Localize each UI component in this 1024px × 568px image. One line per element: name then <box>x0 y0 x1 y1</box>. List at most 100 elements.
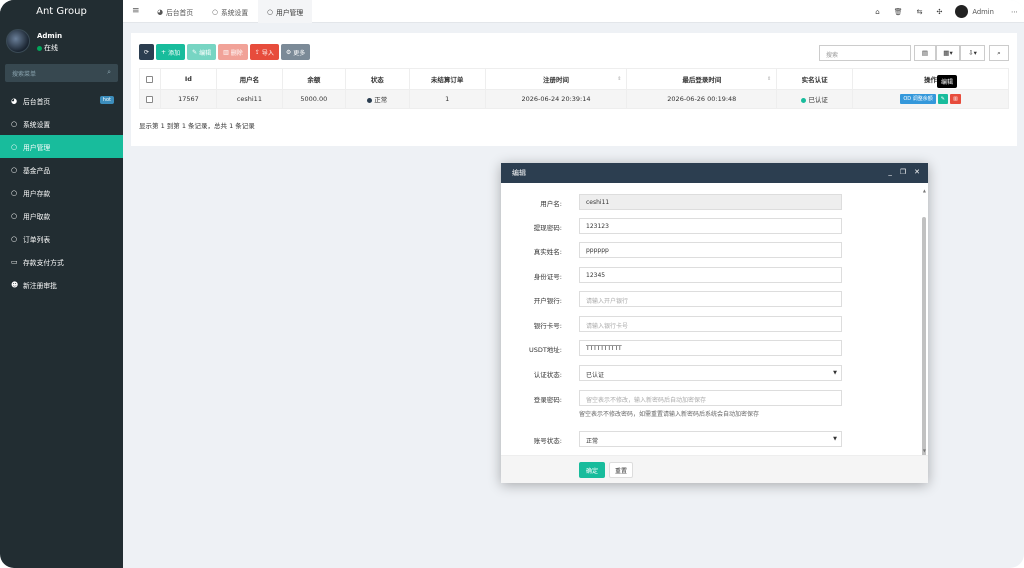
circle-icon: ○ <box>11 211 18 220</box>
modal-footer: 确定 重置 <box>501 455 928 483</box>
sidebar-item-payment-methods[interactable]: ▭ 存款支付方式 <box>0 250 123 273</box>
tab-users[interactable]: ○ 用户管理 <box>258 0 313 23</box>
fullscreen-icon[interactable]: ✣ <box>936 8 942 16</box>
columns-dropdown-button[interactable]: ▦▾ <box>936 45 960 61</box>
sidebar-item-orders[interactable]: ○ 订单列表 <box>0 227 123 250</box>
delete-button[interactable]: ▥ 删除 <box>218 44 248 60</box>
form-row-real-name: 真实姓名: pppppp <box>501 242 921 258</box>
edit-modal: 编辑 _ ❐ ✕ 用户名: ceshi11 提现密码: 123123 真实姓名:… <box>501 163 928 483</box>
col-reg-time[interactable]: 注册时间 ⇕ <box>484 68 628 90</box>
edit-button[interactable]: ✎ 编辑 <box>187 44 217 60</box>
login-password-field[interactable]: 留空表示不修改，输入新密码后自动加密保存 <box>579 390 842 406</box>
col-pending-orders[interactable]: 未结算订单 <box>408 68 486 90</box>
menu-toggle-icon[interactable]: ≡ <box>132 6 140 16</box>
admin-name[interactable]: Admin <box>972 8 994 16</box>
sidebar-item-withdrawals[interactable]: ○ 用户取款 <box>0 204 123 227</box>
field-label: 开户银行: <box>533 297 562 305</box>
cell-last-login: 2026-06-26 00:19:48 <box>626 89 778 109</box>
tab-dashboard[interactable]: ◕ 后台首页 <box>148 0 202 23</box>
account-status-select[interactable]: 正常 ▼ <box>579 431 842 447</box>
real-name-field[interactable]: pppppp <box>579 242 842 258</box>
scroll-down-icon[interactable]: ▼ <box>923 448 926 453</box>
card-number-field[interactable]: 请输入银行卡号 <box>579 316 842 332</box>
user-panel: Admin 在线 <box>0 28 123 65</box>
online-dot-icon <box>37 45 42 51</box>
maximize-icon[interactable]: ❐ <box>900 168 906 176</box>
gear-icon: ⚙ <box>285 48 292 56</box>
col-verified[interactable]: 实名认证 <box>776 68 854 90</box>
user-status: 在线 <box>37 43 58 53</box>
table-view-button[interactable]: ▤ <box>914 45 936 61</box>
row-delete-button[interactable]: ▥ <box>950 94 961 104</box>
id-number-field[interactable]: 12345 <box>579 267 842 283</box>
scroll-up-icon[interactable]: ▲ <box>923 188 926 193</box>
refresh-button[interactable]: ⟳ <box>139 44 155 60</box>
col-balance[interactable]: 余额 <box>281 68 346 90</box>
advanced-search-button[interactable]: ⌕ <box>989 45 1009 61</box>
caret-down-icon: ▼ <box>833 370 837 376</box>
tab-settings[interactable]: ○ 系统设置 <box>203 0 257 23</box>
bank-field[interactable]: 请输入开户银行 <box>579 291 842 307</box>
export-dropdown-button[interactable]: ⇩▾ <box>960 45 985 61</box>
sidebar-item-registration-approval[interactable]: ☻ 新注册审批 <box>0 273 123 296</box>
hot-badge: hot <box>99 96 114 104</box>
reset-button[interactable]: 重置 <box>609 462 633 478</box>
adjust-balance-button[interactable]: OD 调整余额 <box>900 94 936 104</box>
col-status[interactable]: 状态 <box>344 68 410 90</box>
avatar[interactable] <box>955 5 969 18</box>
field-label: 账号状态: <box>533 437 562 445</box>
table-row[interactable]: 17567 ceshi11 5000.00 正常 1 2026-06-24 20… <box>139 89 1009 109</box>
sidebar-item-dashboard[interactable]: ◕ 后台首页 hot <box>0 89 123 112</box>
verified-label: 已认证 <box>808 96 828 104</box>
sidebar-item-funds[interactable]: ○ 基金产品 <box>0 158 123 181</box>
circle-icon: ○ <box>11 165 18 174</box>
row-checkbox[interactable] <box>139 89 161 109</box>
top-navbar: ≡ ◕ 后台首页 ○ 系统设置 ○ 用户管理 ⌂ 🗑 ⇆ ✣ Admin ⋯ <box>123 0 1024 23</box>
col-last-login[interactable]: 最后登录时间 ⇕ <box>626 68 778 90</box>
tab-label: 用户管理 <box>275 8 304 17</box>
usdt-address-field[interactable]: TTTTTTTTTT <box>579 340 842 356</box>
select-all-checkbox[interactable] <box>139 68 161 90</box>
cell-pending: 1 <box>408 89 486 109</box>
circle-icon: ○ <box>11 119 18 128</box>
brand-logo[interactable]: Ant Group <box>0 0 123 22</box>
cell-verified: 已认证 <box>776 89 854 109</box>
sidebar-item-label: 新注册审批 <box>23 281 57 290</box>
more-button[interactable]: ⚙ 更多 <box>280 44 311 60</box>
col-username[interactable]: 用户名 <box>215 68 283 90</box>
close-icon[interactable]: ✕ <box>914 168 920 176</box>
field-label: 真实姓名: <box>533 248 562 256</box>
sort-icon[interactable]: ⇕ <box>617 76 621 82</box>
checkbox-icon <box>146 75 154 83</box>
search-icon[interactable]: ⌕ <box>107 68 111 77</box>
circle-icon: ○ <box>11 142 18 151</box>
cell-username: ceshi11 <box>215 89 283 109</box>
sidebar-item-deposits[interactable]: ○ 用户存款 <box>0 181 123 204</box>
table-search-input[interactable]: 搜索 <box>819 45 911 61</box>
row-edit-button[interactable]: ✎ <box>937 94 948 104</box>
sidebar-item-settings[interactable]: ○ 系统设置 <box>0 112 123 135</box>
ok-button[interactable]: 确定 <box>579 462 605 478</box>
sidebar-search-input[interactable]: 搜索菜单 ⌕ <box>5 64 118 82</box>
form-row-account-status: 账号状态: 正常 ▼ <box>501 431 921 447</box>
username-field[interactable]: ceshi11 <box>579 194 842 210</box>
settings-icon[interactable]: ⋯ <box>1011 8 1018 16</box>
sidebar-item-users[interactable]: ○ 用户管理 <box>0 135 123 158</box>
add-button[interactable]: + 添加 <box>156 44 186 60</box>
sidebar: Ant Group Admin 在线 搜索菜单 ⌕ ◕ 后台首页 hot ○ 系统设置… <box>0 0 123 568</box>
form-row-bank: 开户银行: 请输入开户银行 <box>501 291 921 307</box>
withdraw-password-field[interactable]: 123123 <box>579 218 842 234</box>
verify-status-value: 已认证 <box>586 372 605 379</box>
verify-status-select[interactable]: 已认证 ▼ <box>579 365 842 381</box>
translate-icon[interactable]: ⇆ <box>917 8 923 16</box>
home-icon[interactable]: ⌂ <box>875 8 879 16</box>
table-icon: ▤ <box>921 49 929 57</box>
col-id[interactable]: Id <box>159 68 217 90</box>
sidebar-item-label: 用户管理 <box>23 143 51 152</box>
sort-icon[interactable]: ⇕ <box>767 76 771 82</box>
modal-scrollbar[interactable] <box>922 217 926 455</box>
user-plus-icon: ☻ <box>11 280 19 289</box>
minimize-icon[interactable]: _ <box>888 168 892 176</box>
trash-icon[interactable]: 🗑 <box>894 8 903 16</box>
import-button[interactable]: ⇪ 导入 <box>249 44 279 60</box>
